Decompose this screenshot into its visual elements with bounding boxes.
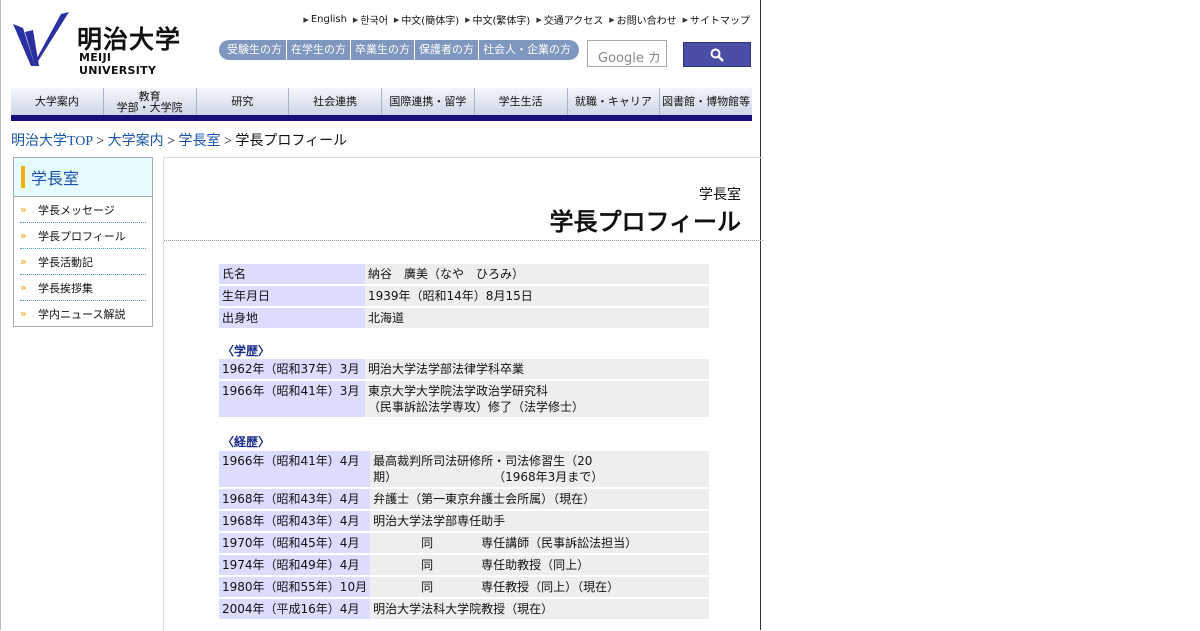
audience-students[interactable]: 在学生の方 — [287, 40, 351, 60]
gnav-social[interactable]: 社会連携 — [289, 88, 382, 115]
breadcrumb: 明治大学TOP > 大学案内 > 学長室 > 学長プロフィール — [11, 134, 348, 149]
table-row: 氏名 納谷 廣美（なや ひろみ） — [219, 264, 709, 284]
page-subtitle: 学長室 — [699, 187, 741, 203]
double-chevron-icon: » — [20, 203, 27, 216]
gnav-international[interactable]: 国際連携・留学 — [382, 88, 475, 115]
breadcrumb-about[interactable]: 大学案内 — [108, 134, 164, 149]
logo-text-en: MEIJI UNIVERSITY — [79, 51, 157, 77]
global-nav: 大学案内 教育 学部・大学院 研究 社会連携 国際連携・留学 学生生活 就職・キ… — [11, 88, 752, 121]
table-row: 1980年（昭和55年）10月 同 専任教授（同上）（現在） — [219, 577, 709, 597]
util-link-access[interactable]: ▶ 交通アクセス — [536, 12, 603, 28]
gnav-student-life[interactable]: 学生生活 — [474, 88, 568, 115]
triangle-icon: ▶ — [465, 15, 471, 24]
side-item-message[interactable]: » 学長メッセージ — [20, 197, 146, 223]
basic-info-table: 氏名 納谷 廣美（なや ひろみ） 生年月日 1939年（昭和14年）8月15日 出身… — [219, 262, 709, 330]
career-table: 1966年（昭和41年）4月 最高裁判所司法研修所・司法修習生（20 期） （19… — [219, 449, 709, 621]
gnav-career[interactable]: 就職・キャリア — [567, 88, 661, 115]
audience-nav: 受験生の方 在学生の方 卒業生の方 保護者の方 社会人・企業の方 — [219, 40, 579, 60]
util-link-contact[interactable]: ▶ お問い合わせ — [609, 12, 676, 28]
triangle-icon: ▶ — [609, 15, 615, 24]
gnav-about[interactable]: 大学案内 — [11, 88, 104, 115]
side-item-speeches[interactable]: » 学長挨拶集 — [20, 275, 146, 301]
page-header: 学長室 学長プロフィール — [164, 158, 763, 241]
audience-business[interactable]: 社会人・企業の方 — [479, 40, 579, 60]
table-row: 1970年（昭和45年）4月 同 専任講師（民事訴訟法担当） — [219, 533, 709, 553]
gnav-education[interactable]: 教育 学部・大学院 — [103, 88, 197, 115]
education-table: 1962年（昭和37年）3月 明治大学法学部法律学科卒業 1966年（昭和41年）… — [219, 357, 709, 419]
double-chevron-icon: » — [20, 255, 27, 268]
audience-applicants[interactable]: 受験生の方 — [219, 40, 287, 60]
table-row: 1968年（昭和43年）4月 弁護士（第一東京弁護士会所属）（現在） — [219, 489, 709, 509]
search-input[interactable]: Google カ — [587, 40, 667, 67]
triangle-icon: ▶ — [352, 15, 359, 24]
breadcrumb-top[interactable]: 明治大学TOP — [11, 134, 93, 149]
table-row: 1974年（昭和49年）4月 同 専任助教授（同上） — [219, 555, 709, 575]
side-menu-title: 学長室 — [31, 169, 80, 188]
side-menu-header[interactable]: 学長室 — [14, 158, 152, 197]
table-row: 生年月日 1939年（昭和14年）8月15日 — [219, 286, 709, 306]
table-row: 1966年（昭和41年）3月 東京大学大学院法学政治学研究科 （民事訴訟法学専攻）… — [219, 381, 709, 417]
double-chevron-icon: » — [20, 307, 27, 320]
breadcrumb-president-office[interactable]: 学長室 — [179, 134, 221, 149]
double-chevron-icon: » — [20, 229, 27, 242]
side-item-news[interactable]: » 学内ニュース解説 — [20, 301, 146, 326]
search-button[interactable] — [683, 42, 751, 67]
breadcrumb-current: 学長プロフィール — [235, 134, 348, 149]
double-chevron-icon: » — [20, 281, 27, 294]
table-row: 1968年（昭和43年）4月 明治大学法学部専任助手 — [219, 511, 709, 531]
triangle-icon: ▶ — [682, 15, 688, 24]
page-title: 学長プロフィール — [549, 208, 741, 236]
side-item-profile[interactable]: » 学長プロフィール — [20, 223, 146, 249]
gnav-research[interactable]: 研究 — [196, 88, 290, 115]
table-row: 1962年（昭和37年）3月 明治大学法学部法律学科卒業 — [219, 359, 709, 379]
util-link-sitemap[interactable]: ▶ サイトマップ — [682, 12, 750, 28]
table-row: 2004年（平成16年）4月 明治大学法科大学院教授（現在） — [219, 599, 709, 619]
logo-mark-icon — [13, 12, 69, 66]
util-link-chinese-traditional[interactable]: ▶ 中文(繁体字) — [465, 12, 530, 28]
triangle-icon: ▶ — [303, 15, 309, 24]
side-menu: 学長室 » 学長メッセージ » 学長プロフィール » 学長活動記 » 学長挨拶集 » 学内… — [13, 157, 153, 327]
side-header-bar — [21, 166, 25, 188]
audience-parents[interactable]: 保護者の方 — [415, 40, 479, 60]
table-row: 出身地 北海道 — [219, 308, 709, 328]
audience-alumni[interactable]: 卒業生の方 — [351, 40, 415, 60]
side-item-activities[interactable]: » 学長活動記 — [20, 249, 146, 275]
util-link-english[interactable]: ▶ English — [303, 12, 347, 27]
util-link-korean[interactable]: ▶ 한국어 — [352, 12, 388, 28]
table-row: 1966年（昭和41年）4月 最高裁判所司法研修所・司法修習生（20 期） （19… — [219, 451, 709, 487]
main-content: 学長室 学長プロフィール 氏名 納谷 廣美（なや ひろみ） 生年月日 1939年（昭… — [163, 157, 763, 631]
search-icon — [710, 48, 724, 62]
meiji-logo[interactable]: 明治大学 MEIJI UNIVERSITY — [11, 10, 186, 77]
utility-links: ▶ English ▶ 한국어 ▶ 中文(簡体字) ▶ 中文(繁体字) ▶ 交通アクセス … — [303, 12, 750, 27]
triangle-icon: ▶ — [393, 15, 400, 24]
career-heading: 〈経歴〉 — [222, 435, 271, 449]
gnav-library[interactable]: 図書館・博物館等 — [660, 88, 752, 115]
page: 明治大学 MEIJI UNIVERSITY ▶ English ▶ 한국어 ▶ 中文(… — [0, 0, 763, 631]
util-link-chinese-simplified[interactable]: ▶ 中文(簡体字) — [393, 12, 459, 28]
triangle-icon: ▶ — [536, 15, 542, 24]
